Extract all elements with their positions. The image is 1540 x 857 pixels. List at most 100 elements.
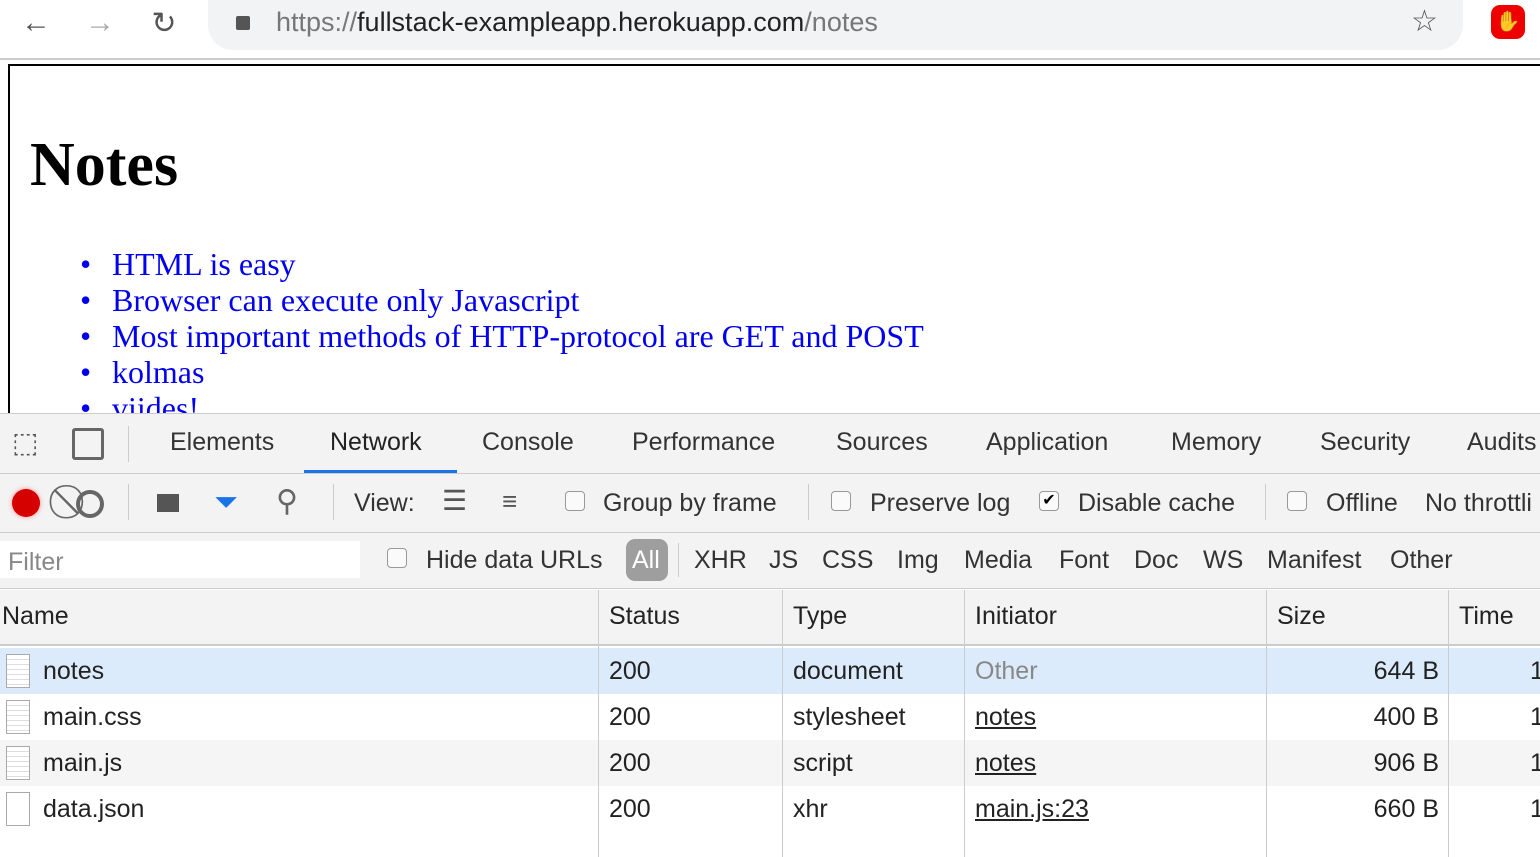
request-status: 200: [609, 795, 651, 823]
request-type: script: [793, 749, 853, 777]
column-header-initiator[interactable]: Initiator: [975, 602, 1057, 631]
request-time: 1: [1530, 795, 1540, 823]
page-content: Notes HTML is easy Browser can execute o…: [8, 64, 1540, 414]
hide-data-urls-label: Hide data URLs: [426, 546, 603, 574]
table-header: Name Status Type Initiator Size Time: [0, 590, 1540, 646]
tab-application[interactable]: Application: [986, 428, 1108, 457]
request-initiator[interactable]: notes: [975, 703, 1036, 732]
column-header-time[interactable]: Time: [1459, 602, 1514, 631]
request-time: 1: [1530, 703, 1540, 731]
request-initiator[interactable]: main.js:23: [975, 795, 1089, 824]
file-icon: [6, 792, 30, 826]
filter-type-js[interactable]: JS: [769, 546, 798, 575]
filter-type-manifest[interactable]: Manifest: [1267, 546, 1361, 575]
url-text[interactable]: https://fullstack-exampleapp.herokuapp.c…: [276, 7, 878, 38]
request-name: main.js: [43, 749, 123, 777]
note-item: viides!: [80, 390, 924, 414]
address-bar[interactable]: https://fullstack-exampleapp.herokuapp.c…: [208, 0, 1463, 50]
filter-icon[interactable]: ⏷: [214, 486, 238, 520]
request-type: document: [793, 657, 903, 685]
preserve-log-checkbox[interactable]: [831, 491, 851, 511]
inspect-element-icon[interactable]: ⬚: [12, 426, 38, 459]
request-name: data.json: [43, 795, 145, 823]
tab-performance[interactable]: Performance: [632, 428, 775, 457]
request-size: 906 B: [1373, 749, 1439, 777]
column-header-size[interactable]: Size: [1277, 602, 1326, 631]
tab-console[interactable]: Console: [482, 428, 574, 457]
hide-data-urls-checkbox[interactable]: [387, 548, 407, 568]
filter-type-font[interactable]: Font: [1059, 546, 1109, 575]
table-row[interactable]: notes 200 document Other 644 B 1: [0, 648, 1540, 694]
devtools-panel: ⬚ Elements Network Console Performance S…: [0, 413, 1540, 857]
bookmark-star-icon[interactable]: ☆: [1411, 4, 1438, 39]
column-header-type[interactable]: Type: [793, 602, 847, 631]
note-item: HTML is easy: [80, 246, 924, 282]
filter-type-xhr[interactable]: XHR: [694, 546, 747, 575]
tab-network[interactable]: Network: [330, 428, 422, 457]
request-initiator: Other: [975, 657, 1038, 685]
request-size: 644 B: [1373, 657, 1439, 685]
table-row[interactable]: main.js 200 script notes 906 B 1: [0, 740, 1540, 786]
disable-cache-checkbox[interactable]: ✔: [1039, 491, 1059, 511]
disable-cache-label: Disable cache: [1078, 489, 1236, 517]
waterfall-icon[interactable]: ≡: [502, 486, 517, 517]
request-initiator[interactable]: notes: [975, 749, 1036, 778]
filter-input[interactable]: Filter: [0, 541, 360, 578]
screenshot-camera-icon[interactable]: [157, 494, 179, 512]
page-title: Notes: [30, 131, 179, 199]
note-item: kolmas: [80, 354, 924, 390]
filter-type-css[interactable]: CSS: [822, 546, 873, 575]
adblock-extension-icon[interactable]: ✋: [1491, 5, 1525, 39]
group-by-frame-label: Group by frame: [603, 489, 777, 517]
tab-sources[interactable]: Sources: [836, 428, 928, 457]
request-name: notes: [43, 657, 105, 685]
filter-type-media[interactable]: Media: [964, 546, 1032, 575]
filter-bar: Filter Hide data URLs All XHR JS CSS Img…: [0, 533, 1540, 589]
request-status: 200: [609, 749, 651, 777]
preserve-log-label: Preserve log: [870, 489, 1011, 517]
group-by-frame-checkbox[interactable]: [565, 491, 585, 511]
filter-type-all[interactable]: All: [626, 539, 668, 581]
file-icon: [6, 746, 30, 780]
filter-type-doc[interactable]: Doc: [1134, 546, 1178, 575]
record-icon[interactable]: [12, 489, 40, 517]
view-label: View:: [354, 489, 415, 517]
tab-memory[interactable]: Memory: [1171, 428, 1261, 457]
filter-type-ws[interactable]: WS: [1203, 546, 1243, 575]
request-name: main.css: [43, 703, 142, 731]
filter-type-other[interactable]: Other: [1390, 546, 1453, 575]
offline-checkbox[interactable]: [1287, 491, 1307, 511]
request-time: 1: [1530, 657, 1540, 685]
table-row[interactable]: main.css 200 stylesheet notes 400 B 1: [0, 694, 1540, 740]
clear-icon[interactable]: [76, 490, 104, 518]
tab-elements[interactable]: Elements: [170, 428, 274, 457]
search-icon[interactable]: ⚲: [276, 484, 298, 519]
request-status: 200: [609, 657, 651, 685]
request-time: 1: [1530, 749, 1540, 777]
devtools-tabbar: ⬚ Elements Network Console Performance S…: [0, 414, 1540, 474]
filter-type-img[interactable]: Img: [897, 546, 939, 575]
column-header-name[interactable]: Name: [2, 602, 69, 631]
lock-icon: [236, 16, 250, 30]
note-item: Browser can execute only Javascript: [80, 282, 924, 318]
browser-toolbar: ← → ↻ https://fullstack-exampleapp.herok…: [0, 0, 1540, 60]
request-type: xhr: [793, 795, 828, 823]
tab-audits[interactable]: Audits: [1467, 428, 1536, 457]
table-row[interactable]: data.json 200 xhr main.js:23 660 B 1: [0, 786, 1540, 832]
request-size: 400 B: [1373, 703, 1439, 731]
file-icon: [6, 700, 30, 734]
file-icon: [6, 654, 30, 688]
reload-icon[interactable]: ↻: [144, 6, 184, 41]
tab-security[interactable]: Security: [1320, 428, 1410, 457]
forward-icon[interactable]: →: [80, 6, 120, 40]
active-tab-indicator: [304, 470, 457, 473]
throttling-select[interactable]: No throttli: [1425, 489, 1532, 518]
device-toolbar-icon[interactable]: [72, 428, 104, 460]
request-type: stylesheet: [793, 703, 906, 731]
request-size: 660 B: [1373, 795, 1439, 823]
back-icon[interactable]: ←: [16, 6, 56, 40]
notes-list: HTML is easy Browser can execute only Ja…: [80, 246, 924, 414]
note-item: Most important methods of HTTP-protocol …: [80, 318, 924, 354]
large-rows-icon[interactable]: ☰: [442, 484, 467, 517]
column-header-status[interactable]: Status: [609, 602, 680, 631]
